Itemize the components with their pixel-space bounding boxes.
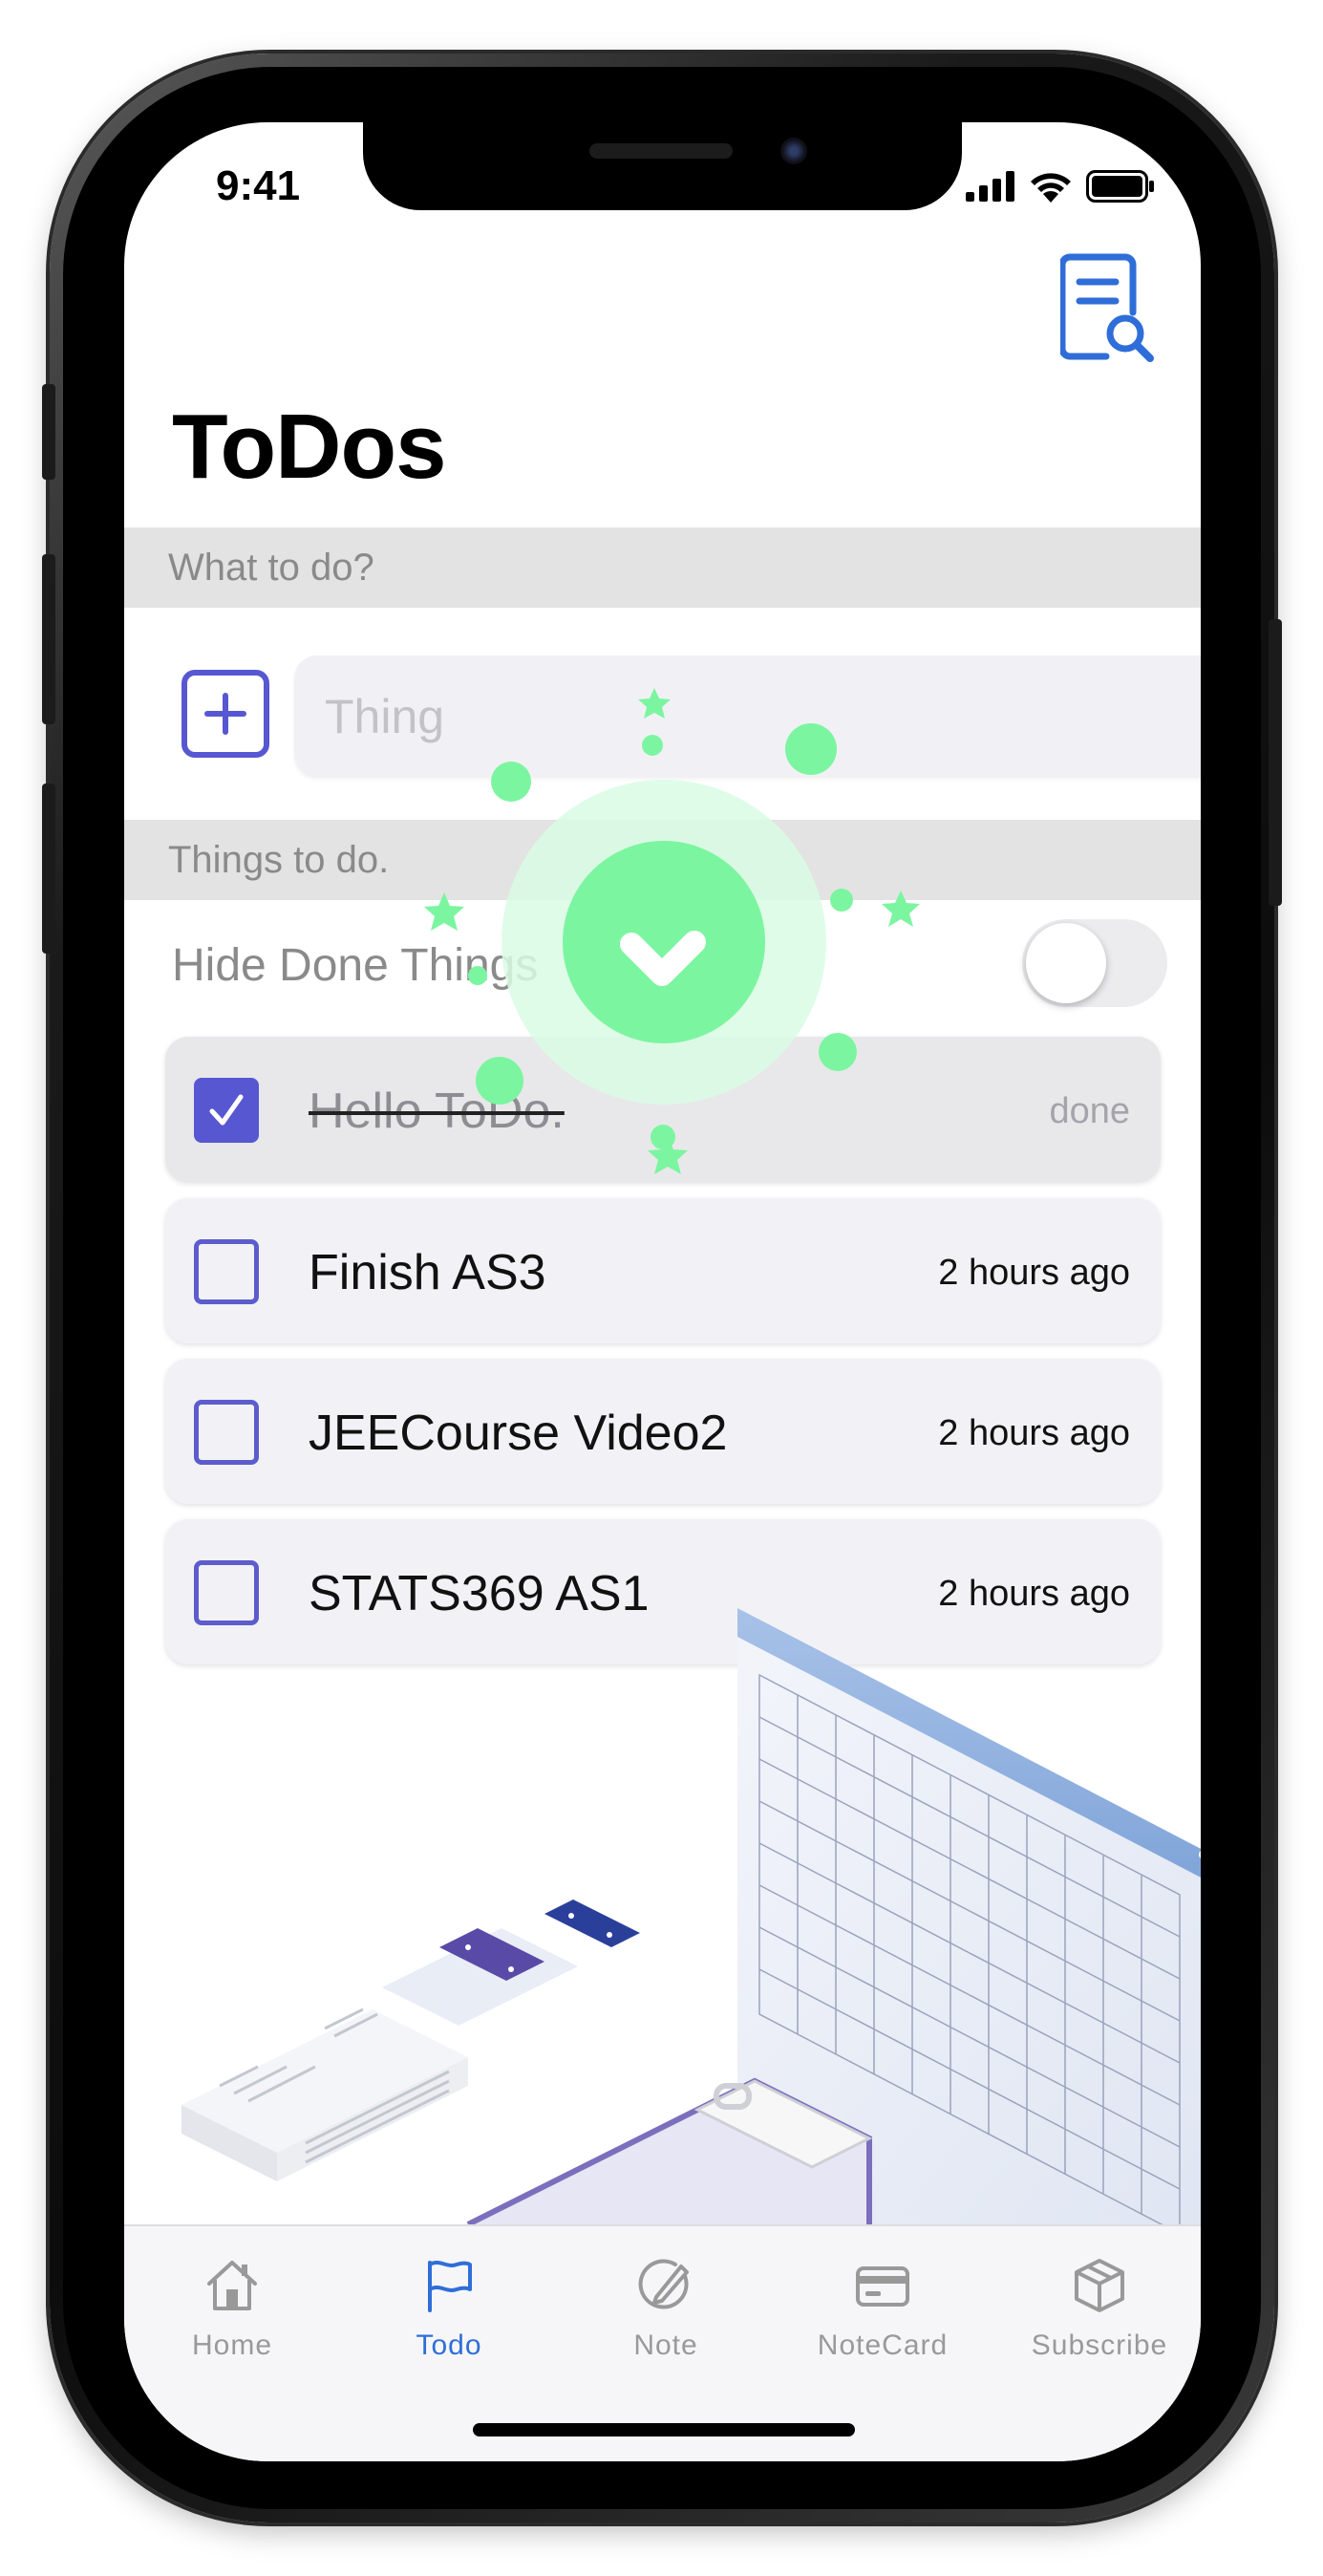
workspace-illustration: [181, 1608, 1201, 2224]
tab-home[interactable]: Home: [137, 2255, 328, 2362]
tab-label: Note: [633, 2329, 698, 2361]
tab-label: NoteCard: [817, 2329, 949, 2361]
box-icon: [1075, 2259, 1124, 2312]
section-header-input: What to do?: [124, 527, 1201, 608]
add-todo-button[interactable]: [181, 670, 269, 758]
hide-done-toggle[interactable]: [1022, 919, 1167, 1007]
house-icon: [207, 2261, 257, 2310]
todo-row[interactable]: Finish AS3 2 hours ago: [165, 1198, 1161, 1343]
wifi-icon: [1031, 173, 1071, 203]
volume-up-button: [42, 554, 55, 724]
status-time: 9:41: [216, 162, 301, 209]
tab-label: Todo: [416, 2329, 482, 2361]
screen: 9:41 ToDos What to do? Things to: [124, 122, 1201, 2461]
pencil-circle-icon: [638, 2259, 689, 2309]
todo-row[interactable]: JEECourse Video2 2 hours ago: [165, 1359, 1161, 1504]
todo-checkbox[interactable]: [194, 1078, 259, 1143]
front-camera: [780, 138, 807, 164]
chevron-down-icon: [620, 931, 706, 986]
section-header-list: Things to do.: [124, 820, 1201, 900]
todo-time: 2 hours ago: [938, 1253, 1130, 1293]
hide-done-label: Hide Done Things: [172, 940, 539, 991]
power-button: [1269, 619, 1282, 906]
tab-notecard[interactable]: NoteCard: [787, 2255, 978, 2362]
todo-name: Hello ToDo.: [309, 1084, 565, 1139]
signal-icon: [966, 171, 1014, 202]
todo-time: done: [1049, 1091, 1130, 1131]
todo-time: 2 hours ago: [938, 1413, 1130, 1453]
flag-icon: [428, 2261, 472, 2312]
todo-row[interactable]: Hello ToDo. done: [165, 1037, 1161, 1182]
page-title: ToDos: [172, 396, 447, 498]
todo-name: Finish AS3: [309, 1245, 546, 1300]
tab-todo[interactable]: Todo: [353, 2255, 544, 2362]
notch: [363, 122, 962, 210]
silent-switch: [42, 384, 55, 480]
tab-label: Home: [191, 2329, 273, 2361]
document-search-icon[interactable]: [1060, 251, 1156, 364]
checkmark-icon: [209, 1094, 244, 1126]
earpiece-speaker: [589, 143, 733, 159]
battery-icon: [1086, 170, 1154, 203]
status-icons: [966, 170, 1155, 203]
todo-checkbox[interactable]: [194, 1239, 259, 1304]
todo-name: JEECourse Video2: [309, 1406, 728, 1461]
todo-input[interactable]: [294, 655, 1201, 778]
tab-note[interactable]: Note: [570, 2255, 761, 2362]
toggle-knob[interactable]: [1026, 923, 1106, 1003]
tab-subscribe[interactable]: Subscribe: [1004, 2255, 1195, 2362]
tab-label: Subscribe: [1031, 2329, 1168, 2361]
home-indicator: [473, 2423, 855, 2436]
todo-checkbox[interactable]: [194, 1400, 259, 1465]
volume-down-button: [42, 784, 55, 954]
card-icon: [856, 2266, 909, 2307]
